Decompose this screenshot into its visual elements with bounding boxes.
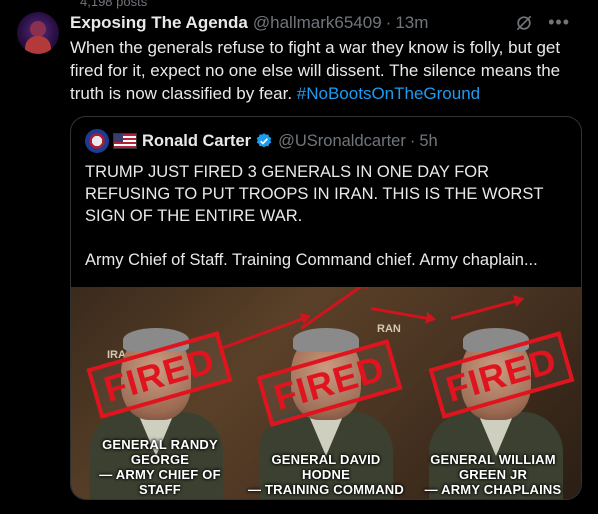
quote-text-line2: Army Chief of Staff. Training Command ch… bbox=[85, 251, 538, 269]
quote-author-handle[interactable]: @USronaldcarter bbox=[278, 132, 406, 151]
arrow-icon bbox=[370, 307, 431, 321]
grok-icon[interactable] bbox=[514, 13, 534, 33]
post-text: When the generals refuse to fight a war … bbox=[70, 36, 585, 105]
author-handle[interactable]: @hallmark65409 bbox=[253, 13, 382, 33]
quote-text: TRUMP JUST FIRED 3 GENERALS IN ONE DAY F… bbox=[85, 161, 570, 271]
author-name[interactable]: Exposing The Agenda bbox=[70, 13, 248, 33]
general-name: GENERAL DAVID HODNE bbox=[271, 452, 381, 482]
more-icon[interactable]: ••• bbox=[548, 12, 570, 33]
general-role: — ARMY CHIEF OF STAFF bbox=[99, 467, 221, 497]
general-caption-1: GENERAL RANDY GEORGE — ARMY CHIEF OF STA… bbox=[77, 437, 243, 497]
general-role: — TRAINING COMMAND bbox=[248, 482, 404, 497]
general-caption-2: GENERAL DAVID HODNE — TRAINING COMMAND bbox=[247, 452, 405, 497]
verified-badge-icon bbox=[256, 133, 272, 148]
arrow-icon bbox=[450, 298, 520, 320]
post-count-partial: 4,198 posts bbox=[80, 0, 148, 9]
post-header: Exposing The Agenda @hallmark65409 · 13m… bbox=[70, 12, 590, 34]
general-caption-3: GENERAL WILLIAM GREEN JR — ARMY CHAPLAIN… bbox=[407, 452, 579, 497]
general-name: GENERAL WILLIAM GREEN JR bbox=[430, 452, 556, 482]
separator-dot: · bbox=[409, 131, 416, 150]
general-name: GENERAL RANDY GEORGE bbox=[102, 437, 218, 467]
quote-header: Ronald Carter @USronaldcarter · 5h bbox=[85, 129, 438, 153]
us-flag-icon bbox=[113, 133, 137, 149]
post-time[interactable]: 13m bbox=[395, 13, 428, 33]
separator-dot: · bbox=[385, 13, 392, 32]
quote-author-name[interactable]: Ronald Carter bbox=[142, 132, 251, 151]
quoted-post[interactable]: Ronald Carter @USronaldcarter · 5h TRUMP… bbox=[70, 116, 582, 500]
quote-text-line1: TRUMP JUST FIRED 3 GENERALS IN ONE DAY F… bbox=[85, 163, 544, 225]
author-avatar[interactable] bbox=[17, 12, 59, 54]
hashtag-link[interactable]: #NoBootsOnTheGround bbox=[297, 84, 480, 103]
quote-time[interactable]: 5h bbox=[419, 132, 437, 151]
quote-media-image[interactable]: IRA RAN FIRED FIRED FIRED GENERAL RANDY … bbox=[71, 287, 581, 499]
general-role: — ARMY CHAPLAINS bbox=[424, 482, 562, 497]
quote-author-avatar[interactable] bbox=[85, 129, 109, 153]
